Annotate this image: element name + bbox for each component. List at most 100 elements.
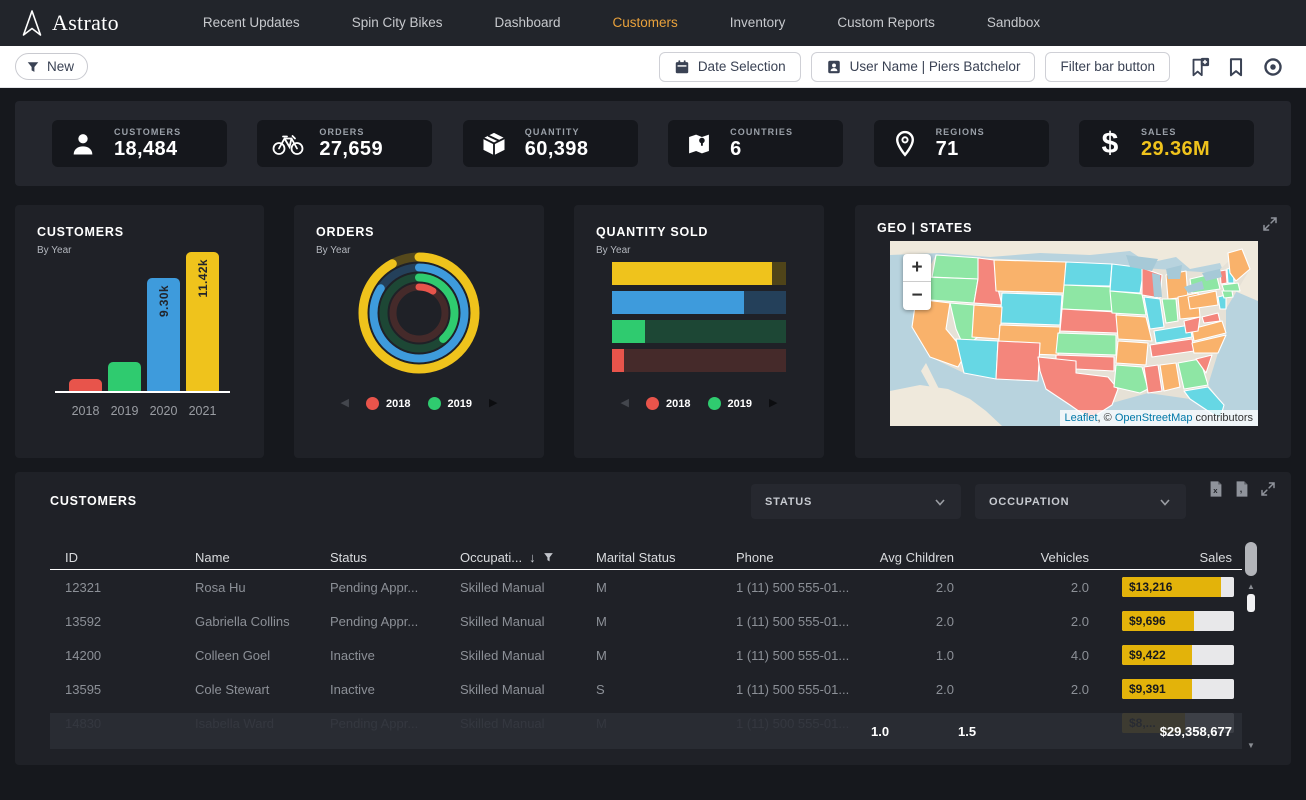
kpi-value: 6 — [730, 138, 793, 161]
kpi-value: 29.36M — [1141, 138, 1210, 161]
legend-item-2019[interactable]: 2019 — [708, 397, 752, 410]
legend-dot-red — [366, 397, 379, 410]
us-states-map[interactable]: + − Leaflet, © OpenStreetMap contributor… — [890, 241, 1258, 426]
osm-link[interactable]: OpenStreetMap — [1115, 412, 1193, 424]
hbar-chart-plot — [612, 262, 786, 378]
nav-item-inventory[interactable]: Inventory — [704, 0, 812, 46]
table-totals-row: 1.0 1.5 $29,358,677 — [50, 713, 1242, 749]
bookmark-icon[interactable] — [1225, 56, 1247, 78]
bar-2020[interactable]: 9.30k — [147, 278, 180, 392]
col-header-sales[interactable]: Sales — [1093, 550, 1242, 565]
astrato-logo[interactable]: Astrato — [20, 9, 119, 37]
zoom-in-button[interactable]: + — [903, 254, 931, 282]
col-header-id[interactable]: ID — [50, 550, 180, 565]
col-header-occupation[interactable]: Occupati... ↓ — [445, 550, 581, 565]
bar-chart-plot: 9.30k11.42k — [60, 252, 230, 392]
legend-next-arrow-icon[interactable]: ▶ — [489, 398, 497, 409]
expand-icon[interactable] — [1259, 480, 1277, 498]
occupation-filter-dropdown[interactable]: OCCUPATION — [975, 484, 1186, 519]
legend-dot-green — [428, 397, 441, 410]
scroll-down-icon[interactable]: ▼ — [1247, 741, 1255, 750]
table-row[interactable]: 13595 Cole Stewart Inactive Skilled Manu… — [50, 672, 1242, 706]
kpi-value: 18,484 — [114, 138, 181, 161]
geo-states-panel: GEO | STATES — [855, 205, 1291, 458]
table-row[interactable]: 13592 Gabriella Collins Pending Appr... … — [50, 604, 1242, 638]
kpi-customers[interactable]: CUSTOMERS 18,484 — [52, 120, 227, 167]
col-header-marital-status[interactable]: Marital Status — [581, 550, 721, 565]
kpi-label: CUSTOMERS — [114, 127, 181, 137]
col-header-status[interactable]: Status — [315, 550, 445, 565]
kpi-sales[interactable]: $ SALES 29.36M — [1079, 120, 1254, 167]
bar-2021[interactable]: 11.42k — [186, 252, 219, 392]
table-row[interactable]: 14200 Colleen Goel Inactive Skilled Manu… — [50, 638, 1242, 672]
export-csv-icon[interactable]: , — [1233, 480, 1251, 498]
col-header-vehicles[interactable]: Vehicles — [958, 550, 1093, 565]
status-filter-dropdown[interactable]: STATUS — [751, 484, 961, 519]
user-name-button[interactable]: User Name | Piers Batchelor — [811, 52, 1036, 82]
attr-text: contributors — [1192, 412, 1253, 424]
svg-text:x: x — [1213, 486, 1218, 495]
legend-item-2018[interactable]: 2018 — [646, 397, 690, 410]
dropdown-label: STATUS — [765, 496, 812, 508]
pin-icon — [892, 129, 918, 159]
nav-item-spin-city-bikes[interactable]: Spin City Bikes — [326, 0, 469, 46]
kpi-countries[interactable]: COUNTRIES 6 — [668, 120, 843, 167]
col-header-avg-children[interactable]: Avg Children — [871, 550, 958, 565]
legend-next-arrow-icon[interactable]: ▶ — [769, 398, 777, 409]
kpi-quantity[interactable]: QUANTITY 60,398 — [463, 120, 638, 167]
astrato-dashboard: Astrato Recent Updates Spin City Bikes D… — [0, 0, 1306, 800]
nav-item-recent-updates[interactable]: Recent Updates — [177, 0, 326, 46]
eye-icon[interactable] — [1262, 56, 1284, 78]
package-icon — [480, 130, 508, 158]
bookmark-add-icon[interactable] — [1188, 56, 1210, 78]
leaflet-link[interactable]: Leaflet — [1065, 412, 1098, 424]
chart-title: CUSTOMERS — [37, 225, 264, 239]
radial-rings-chart[interactable] — [294, 241, 544, 386]
nav-item-sandbox[interactable]: Sandbox — [961, 0, 1066, 46]
kpi-value: 60,398 — [525, 138, 589, 161]
scrollbar-thumb-outer[interactable] — [1245, 542, 1257, 576]
bar-2019[interactable] — [108, 362, 141, 392]
choropleth-map — [890, 241, 1258, 426]
x-axis-line — [55, 391, 230, 393]
chart-title: QUANTITY SOLD — [596, 225, 824, 239]
hbar-2020[interactable] — [612, 291, 786, 314]
hbar-2021[interactable] — [612, 262, 786, 285]
hbar-2019[interactable] — [612, 320, 786, 343]
x-axis-ticks: 2018201920202021 — [60, 404, 230, 418]
legend-label: 2019 — [728, 398, 752, 410]
date-selection-label: Date Selection — [698, 59, 786, 74]
date-selection-button[interactable]: Date Selection — [659, 52, 801, 82]
filter-icon[interactable] — [543, 552, 554, 563]
bicycle-icon — [271, 131, 305, 157]
col-header-phone[interactable]: Phone — [721, 550, 871, 565]
nav-item-customers[interactable]: Customers — [587, 0, 704, 46]
x-tick: 2019 — [108, 404, 141, 418]
filter-bar-button[interactable]: Filter bar button — [1045, 52, 1170, 82]
legend-prev-arrow-icon[interactable]: ◀ — [621, 398, 629, 409]
dropdown-label: OCCUPATION — [989, 496, 1069, 508]
legend-item-2018[interactable]: 2018 — [366, 397, 410, 410]
legend-item-2019[interactable]: 2019 — [428, 397, 472, 410]
kpi-label: SALES — [1141, 127, 1210, 137]
dollar-icon: $ — [1102, 129, 1119, 159]
totals-avg-children: 1.0 — [871, 724, 958, 739]
calendar-icon — [674, 59, 690, 75]
legend-dot-green — [708, 397, 721, 410]
kpi-orders[interactable]: ORDERS 27,659 — [257, 120, 432, 167]
legend-prev-arrow-icon[interactable]: ◀ — [341, 398, 349, 409]
col-header-name[interactable]: Name — [180, 550, 315, 565]
new-filter-button[interactable]: New — [15, 53, 88, 80]
sort-desc-icon[interactable]: ↓ — [529, 550, 536, 565]
zoom-out-button[interactable]: − — [903, 282, 931, 310]
kpi-regions[interactable]: REGIONS 71 — [874, 120, 1049, 167]
nav-item-custom-reports[interactable]: Custom Reports — [811, 0, 961, 46]
scroll-up-icon[interactable]: ▲ — [1247, 582, 1255, 591]
astrato-logo-icon — [20, 9, 44, 37]
export-excel-icon[interactable]: x — [1207, 480, 1225, 498]
hbar-2018[interactable] — [612, 349, 786, 372]
table-row[interactable]: 12321 Rosa Hu Pending Appr... Skilled Ma… — [50, 570, 1242, 604]
scrollbar-thumb[interactable] — [1247, 594, 1255, 612]
nav-item-dashboard[interactable]: Dashboard — [468, 0, 586, 46]
expand-icon[interactable] — [1261, 215, 1279, 233]
